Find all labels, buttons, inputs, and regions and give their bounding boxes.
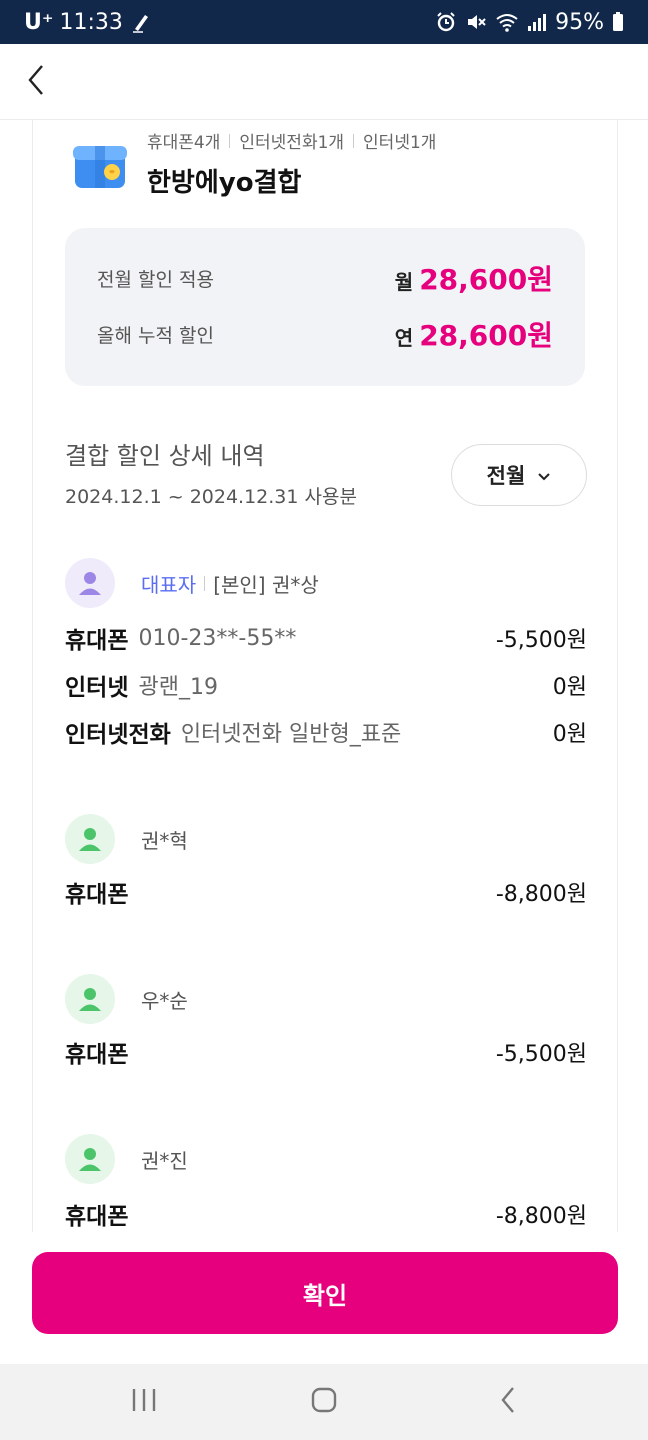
member-name-row: 대표자 [본인] 권*상 — [141, 558, 319, 608]
service-price: -5,500원 — [495, 1042, 587, 1067]
status-time: 11:33 — [59, 9, 123, 35]
summary-unit: 월 — [394, 270, 414, 294]
member-name-row: 우*순 — [141, 974, 188, 1024]
detail-period: 2024.12.1 ~ 2024.12.31 사용분 — [65, 486, 357, 508]
member-card: 대표자 [본인] 권*상 휴대폰 010-23**-55** -5,500원 인… — [33, 558, 617, 758]
service-plan: 인터넷전화 일반형_표준 — [180, 722, 402, 747]
gift-box-icon — [69, 132, 131, 194]
month-select-value: 전월 — [486, 464, 526, 488]
mute-icon — [465, 11, 487, 33]
combo-count-mobile: 휴대폰4개 — [147, 133, 221, 153]
home-button[interactable] — [304, 1382, 344, 1422]
combo-header: 휴대폰4개 인터넷전화1개 인터넷1개 한방에yo결합 — [33, 120, 617, 220]
status-bar: U⁺ 11:33 95% — [0, 0, 648, 44]
service-type: 휴대폰 — [65, 1042, 129, 1068]
member-name: 권*진 — [141, 1148, 188, 1173]
member-name: 우*순 — [141, 988, 188, 1013]
service-row: 휴대폰 -8,800원 — [65, 872, 587, 912]
combo-count-internet: 인터넷1개 — [363, 133, 437, 153]
service-row: 인터넷 광랜_19 0원 — [65, 665, 587, 705]
service-plan: 광랜_19 — [138, 675, 218, 700]
back-button[interactable] — [16, 62, 56, 102]
avatar — [65, 974, 115, 1024]
service-price: 0원 — [552, 675, 587, 700]
app-header — [0, 44, 648, 120]
service-price: -5,500원 — [495, 628, 587, 653]
month-select[interactable]: 전월 — [451, 444, 587, 506]
person-icon — [79, 1148, 101, 1171]
person-icon — [79, 572, 101, 595]
combo-title: 한방에yo결합 — [147, 168, 302, 198]
service-row: 인터넷전화 인터넷전화 일반형_표준 0원 — [65, 712, 587, 752]
service-row: 휴대폰 -8,800원 — [65, 1194, 587, 1232]
back-icon — [499, 1386, 517, 1418]
summary-amount: 월 28,600원 — [395, 258, 553, 298]
recent-apps-icon — [130, 1387, 158, 1417]
service-type: 인터넷 — [65, 675, 129, 701]
member-card: 권*혁 휴대폰 -8,800원 — [33, 814, 617, 924]
discount-summary: 전월 할인 적용 월 28,600원 올해 누적 할인 연 28,600원 — [65, 228, 585, 386]
summary-label: 올해 누적 할인 — [97, 324, 214, 347]
battery-level: 95% — [555, 9, 604, 35]
summary-label: 전월 할인 적용 — [97, 268, 214, 291]
alarm-icon — [435, 11, 457, 33]
home-icon — [310, 1386, 338, 1418]
carrier-label: U⁺ — [24, 9, 54, 35]
avatar — [65, 558, 115, 608]
service-row: 휴대폰 010-23**-55** -5,500원 — [65, 618, 587, 658]
summary-row-yearly: 올해 누적 할인 연 28,600원 — [97, 314, 553, 354]
service-type: 휴대폰 — [65, 1204, 129, 1230]
avatar — [65, 1134, 115, 1184]
signal-icon — [527, 12, 547, 32]
combo-counts: 휴대폰4개 인터넷전화1개 인터넷1개 — [147, 128, 436, 153]
summary-amount: 연 28,600원 — [395, 314, 553, 354]
detail-title: 결합 할인 상세 내역 — [65, 442, 265, 470]
chevron-down-icon — [537, 463, 551, 487]
chevron-left-icon — [26, 64, 46, 100]
divider — [229, 133, 231, 148]
service-plan: 010-23**-55** — [138, 625, 297, 651]
member-name: [본인] 권*상 — [213, 572, 319, 597]
service-type: 인터넷전화 — [65, 722, 171, 748]
divider — [204, 575, 206, 591]
service-price: -8,800원 — [495, 1204, 587, 1229]
service-type: 휴대폰 — [65, 882, 129, 908]
combo-count-voip: 인터넷전화1개 — [239, 133, 345, 153]
person-icon — [79, 988, 101, 1011]
summary-unit: 연 — [394, 326, 414, 350]
confirm-button[interactable]: 확인 — [32, 1252, 618, 1334]
battery-icon — [612, 12, 624, 32]
avatar — [65, 814, 115, 864]
service-price: 0원 — [552, 722, 587, 747]
member-role: 대표자 — [141, 572, 197, 597]
service-price: -8,800원 — [495, 882, 587, 907]
service-type: 휴대폰 — [65, 628, 129, 654]
summary-row-monthly: 전월 할인 적용 월 28,600원 — [97, 258, 553, 298]
member-name-row: 권*혁 — [141, 814, 188, 864]
summary-value: 28,600원 — [419, 319, 553, 352]
system-nav-bar — [0, 1364, 648, 1440]
member-name: 권*혁 — [141, 828, 188, 853]
member-name-row: 권*진 — [141, 1134, 188, 1184]
summary-value: 28,600원 — [419, 263, 553, 296]
service-row: 휴대폰 -5,500원 — [65, 1032, 587, 1072]
wifi-icon — [495, 11, 519, 33]
system-back-button[interactable] — [488, 1382, 528, 1422]
member-card: 권*진 휴대폰 -8,800원 — [33, 1134, 617, 1232]
content-panel[interactable]: 휴대폰4개 인터넷전화1개 인터넷1개 한방에yo결합 전월 할인 적용 월 2… — [32, 120, 618, 1232]
person-icon — [79, 828, 101, 851]
member-card: 우*순 휴대폰 -5,500원 — [33, 974, 617, 1084]
pen-icon — [131, 11, 151, 33]
recent-apps-button[interactable] — [124, 1382, 164, 1422]
divider — [353, 133, 355, 148]
